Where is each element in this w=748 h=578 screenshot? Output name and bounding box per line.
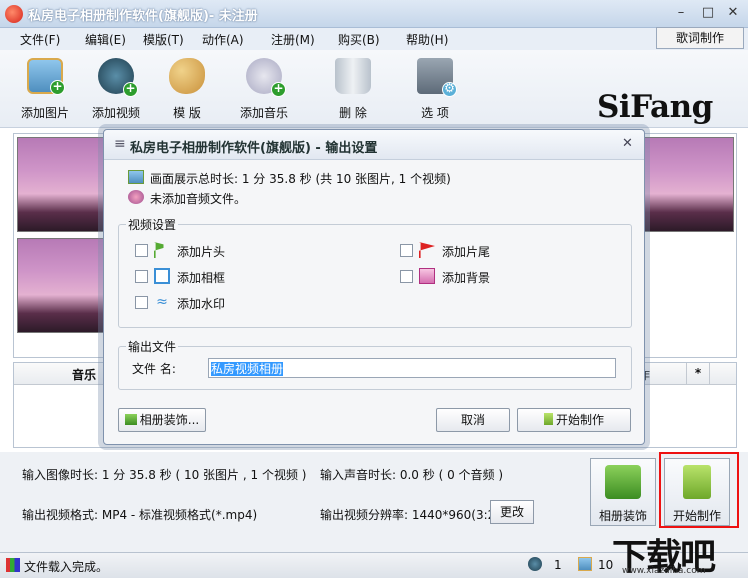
maximize-icon[interactable]: □ <box>697 4 719 22</box>
video-settings-label: 视频设置 <box>126 216 179 233</box>
watermark-icon: ≈ <box>156 294 168 310</box>
add-opening-label: 添加片头 <box>177 245 226 259</box>
title-bar: 私房电子相册制作软件(旗舰版)- 未注册 – □ ✕ <box>0 0 748 28</box>
decorate-album-dialog-button[interactable]: 相册装饰... <box>118 408 206 432</box>
filename-value: 私房视频相册 <box>211 362 284 376</box>
photo-thumbnail[interactable] <box>17 238 107 333</box>
window-title: 私房电子相册制作软件(旗舰版)- 未注册 <box>28 9 258 24</box>
add-ending-label: 添加片尾 <box>442 245 491 259</box>
start-making-dialog-button[interactable]: 开始制作 <box>517 408 631 432</box>
change-format-button[interactable]: 更改 <box>490 500 534 524</box>
music-note-icon <box>128 190 144 204</box>
add-music-icon: + <box>246 58 286 97</box>
summary-text: 画面展示总时长: 1 分 35.8 秒 (共 10 张图片, 1 个视频) <box>150 172 451 186</box>
menu-action[interactable]: 动作(A) <box>202 31 244 48</box>
picture-decorate-icon <box>605 465 641 499</box>
recycle-bin-icon <box>335 58 371 94</box>
options-button[interactable]: ⚙ 选 项 <box>400 54 470 124</box>
menu-buy[interactable]: 购买(B) <box>338 31 380 48</box>
menu-edit[interactable]: 编辑(E) <box>85 31 126 48</box>
image-count-icon <box>578 557 592 571</box>
status-text: 文件载入完成。 <box>24 560 109 574</box>
picture-icon <box>128 170 144 184</box>
options-icon: ⚙ <box>417 58 457 97</box>
add-video-icon: + <box>98 58 138 97</box>
add-frame-checkbox[interactable] <box>135 270 148 283</box>
menu-register[interactable]: 注册(M) <box>271 31 315 48</box>
delete-button[interactable]: 删 除 <box>318 54 388 124</box>
input-audio-duration: 输入声音时长: 0.0 秒 ( 0 个音频 ) <box>320 468 504 482</box>
filename-label: 文件 名: <box>132 362 176 376</box>
template-palette-icon <box>169 58 205 94</box>
output-format: 输出视频格式: MP4 - 标准视频格式(*.mp4) <box>22 508 258 522</box>
video-count: 1 <box>554 558 562 572</box>
menu-template[interactable]: 模版(T) <box>143 31 184 48</box>
template-button[interactable]: 模 版 <box>152 54 222 124</box>
photo-thumbnail[interactable] <box>644 137 734 232</box>
cancel-button[interactable]: 取消 <box>436 408 510 432</box>
add-picture-icon: + <box>27 58 65 95</box>
output-settings-dialog: ≡ 私房电子相册制作软件(旗舰版) - 输出设置 ✕ 画面展示总时长: 1 分 … <box>103 129 645 445</box>
output-resolution: 输出视频分辨率: 1440*960(3:2) <box>320 508 500 522</box>
add-opening-checkbox[interactable] <box>135 244 148 257</box>
zip-file-icon <box>543 413 553 425</box>
audio-note: 未添加音频文件。 <box>150 192 247 206</box>
add-video-button[interactable]: + 添加视频 <box>81 54 151 124</box>
image-count: 10 <box>598 558 614 572</box>
menu-file[interactable]: 文件(F) <box>20 31 60 48</box>
dialog-menu-icon: ≡ <box>114 136 126 152</box>
add-ending-checkbox[interactable] <box>400 244 413 257</box>
filename-input[interactable]: 私房视频相册 <box>208 358 616 378</box>
menu-bar: 文件(F) 编辑(E) 模版(T) 动作(A) 注册(M) 购买(B) 帮助(H… <box>0 28 748 50</box>
sifang-logo: SiFang <box>597 89 713 125</box>
add-frame-label: 添加相框 <box>177 271 226 285</box>
output-file-label: 输出文件 <box>126 338 179 355</box>
menu-help[interactable]: 帮助(H) <box>406 31 448 48</box>
add-watermark-checkbox[interactable] <box>135 296 148 309</box>
add-background-label: 添加背景 <box>442 271 491 285</box>
background-icon <box>419 268 435 284</box>
dialog-close-icon[interactable]: ✕ <box>622 136 633 151</box>
add-background-checkbox[interactable] <box>400 270 413 283</box>
photo-thumbnail[interactable] <box>17 137 107 232</box>
minimize-icon[interactable]: – <box>670 4 692 22</box>
close-icon[interactable]: ✕ <box>722 4 744 22</box>
lyrics-button[interactable]: 歌词制作 <box>656 27 744 49</box>
dialog-title-bar: ≡ 私房电子相册制作软件(旗舰版) - 输出设置 ✕ <box>104 130 644 160</box>
picture-decorate-icon <box>124 414 137 425</box>
column-star: * <box>686 363 710 384</box>
input-image-duration: 输入图像时长: 1 分 35.8 秒 ( 10 张图片 , 1 个视频 ) <box>22 468 307 482</box>
decorate-album-button[interactable]: 相册装饰 <box>590 458 656 526</box>
highlight-box <box>659 452 739 528</box>
site-url: www.xiazaiba.com <box>622 566 706 576</box>
frame-icon <box>154 268 170 284</box>
add-picture-button[interactable]: + 添加图片 <box>10 54 80 124</box>
dialog-title: 私房电子相册制作软件(旗舰版) - 输出设置 <box>130 141 378 156</box>
video-count-icon <box>528 557 542 571</box>
chart-icon <box>6 558 20 572</box>
add-watermark-label: 添加水印 <box>177 297 226 311</box>
app-icon <box>5 5 23 23</box>
add-music-button[interactable]: + 添加音乐 <box>229 54 299 124</box>
column-music: 音乐 <box>72 368 97 382</box>
